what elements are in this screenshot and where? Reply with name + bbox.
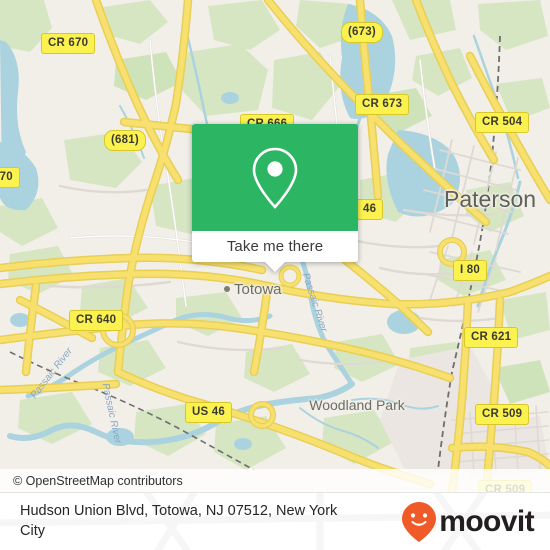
place-label-woodland-park: Woodland Park [309,397,405,413]
place-label-paterson: Paterson [444,186,537,212]
place-dot-totowa [224,286,230,292]
popup-tail-pointer [264,261,286,272]
road-shield-cr-504[interactable]: CR 504 [475,112,530,133]
road-shield-cr-640[interactable]: CR 640 [69,310,124,331]
moovit-map-screenshot: .w { fill:#aad3df; } .wl { stroke:#aad3d… [0,0,550,550]
bottom-info-bar: Hudson Union Blvd, Totowa, NJ 07512, New… [0,492,550,550]
take-me-there-label: Take me there [226,238,324,255]
place-label-totowa: Totowa [234,281,282,298]
road-shield-673[interactable]: (673) [341,22,383,43]
moovit-pin-icon [402,501,437,542]
moovit-brand-logo[interactable]: moovit [401,501,535,543]
road-shield-cr-509[interactable]: CR 509 [475,404,530,425]
road-shield-cr-621[interactable]: CR 621 [464,327,519,348]
road-shield-cr-670[interactable]: CR 670 [41,33,96,54]
address-text: Hudson Union Blvd, Totowa, NJ 07512, New… [20,503,338,539]
road-shield-i-80[interactable]: I 80 [453,260,487,281]
map-pin-icon [252,147,298,209]
map-canvas[interactable]: .w { fill:#aad3df; } .wl { stroke:#aad3d… [0,0,550,492]
road-shield-46[interactable]: 46 [356,199,384,220]
popup-footer[interactable]: Take me there [192,231,358,272]
popup-header [192,124,358,231]
road-shield-670-edge[interactable]: 670 [0,167,20,188]
road-shield-cr-673[interactable]: CR 673 [355,94,410,115]
moovit-wordmark: moovit [439,504,534,538]
road-shield-681[interactable]: (681) [104,130,146,151]
destination-popup-card[interactable]: Take me there [192,124,358,272]
attribution-text[interactable]: © OpenStreetMap contributors [0,474,183,488]
road-shield-us-46[interactable]: US 46 [185,402,232,423]
map-attribution-bar: © OpenStreetMap contributors [0,469,550,492]
